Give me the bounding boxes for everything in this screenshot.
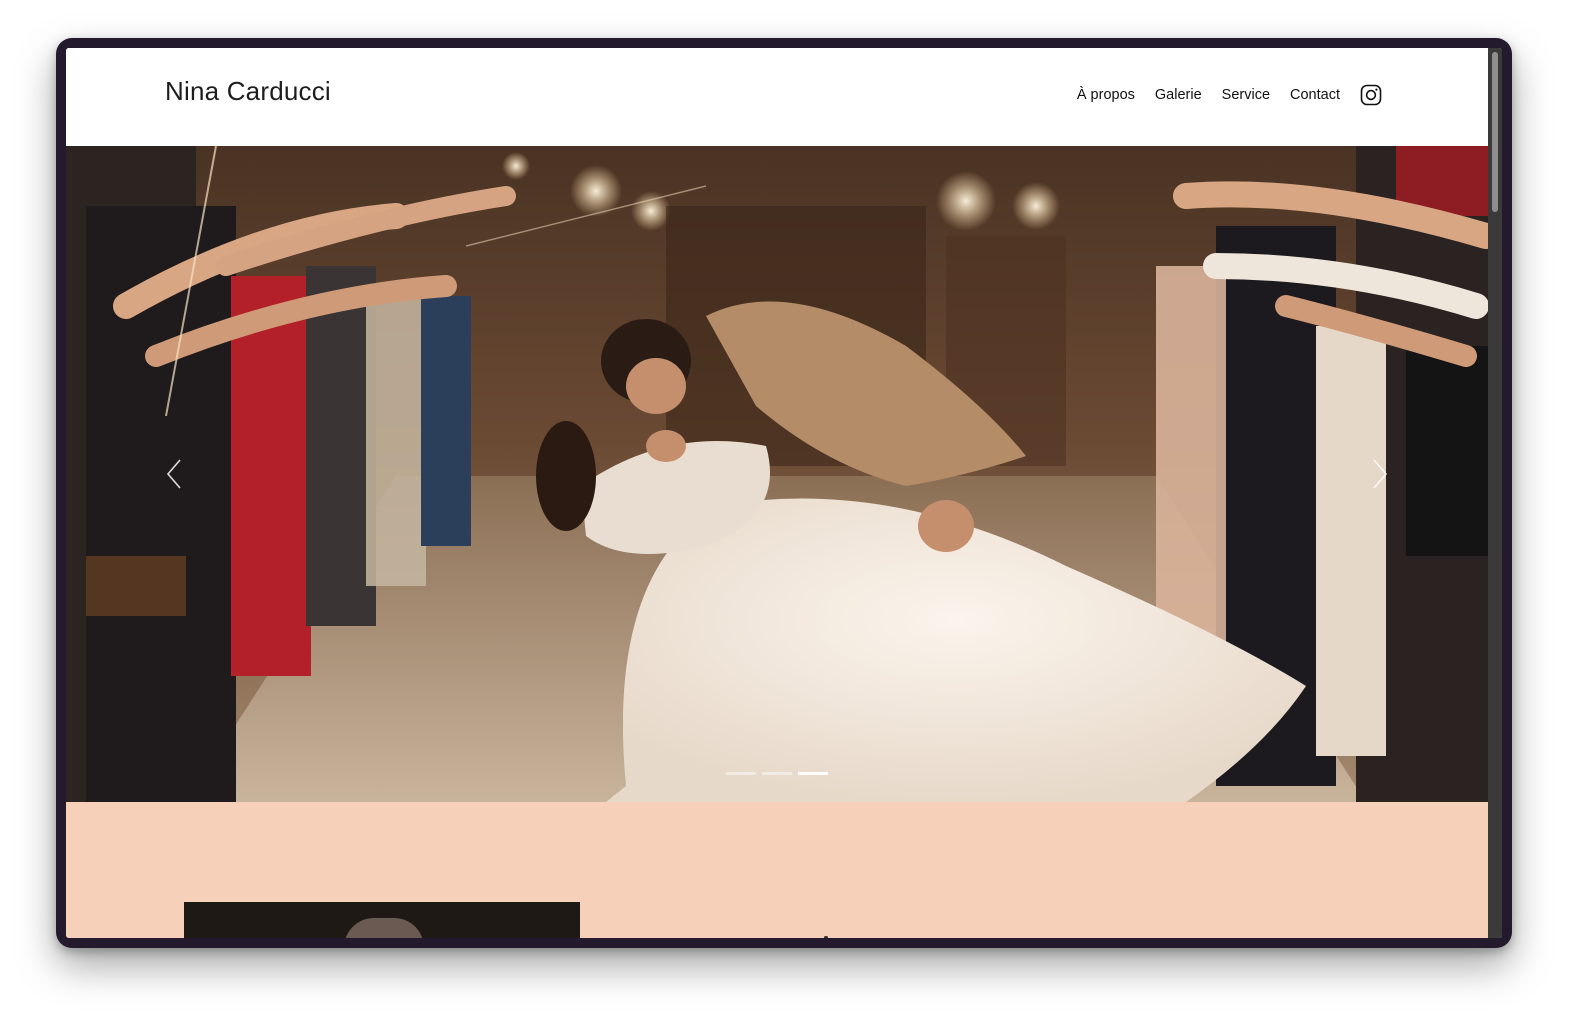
brand-logo-link[interactable]: Nina Carducci	[165, 76, 331, 107]
about-heading-fragment	[824, 936, 828, 938]
carousel-next-button[interactable]	[1368, 456, 1392, 492]
chevron-left-icon	[166, 459, 181, 489]
nav-item-contact[interactable]: Contact	[1290, 87, 1340, 103]
portrait-face	[344, 918, 424, 938]
vertical-scrollbar[interactable]	[1488, 48, 1502, 938]
carousel-indicator-1[interactable]	[726, 772, 756, 775]
hero-carousel	[66, 146, 1488, 802]
nav-item-service[interactable]: Service	[1222, 87, 1270, 103]
nav-item-a-propos[interactable]: À propos	[1077, 87, 1135, 103]
hero-photo	[66, 146, 1488, 802]
browser-viewport: Nina Carducci À propos Galerie Service C…	[66, 48, 1502, 938]
scrollbar-thumb[interactable]	[1492, 52, 1498, 212]
site-header: Nina Carducci À propos Galerie Service C…	[66, 48, 1488, 146]
carousel-prev-button[interactable]	[162, 456, 186, 492]
carousel-indicator-3[interactable]	[798, 772, 828, 775]
portrait-image	[184, 902, 580, 938]
website: Nina Carducci À propos Galerie Service C…	[66, 48, 1488, 938]
instagram-icon[interactable]	[1360, 84, 1382, 106]
chevron-right-icon	[1373, 459, 1388, 489]
carousel-indicators	[726, 772, 828, 775]
carousel-indicator-2[interactable]	[762, 772, 792, 775]
main-nav: À propos Galerie Service Contact	[1077, 84, 1382, 106]
device-frame: Nina Carducci À propos Galerie Service C…	[56, 38, 1512, 948]
about-section	[66, 802, 1488, 938]
nav-item-galerie[interactable]: Galerie	[1155, 87, 1202, 103]
